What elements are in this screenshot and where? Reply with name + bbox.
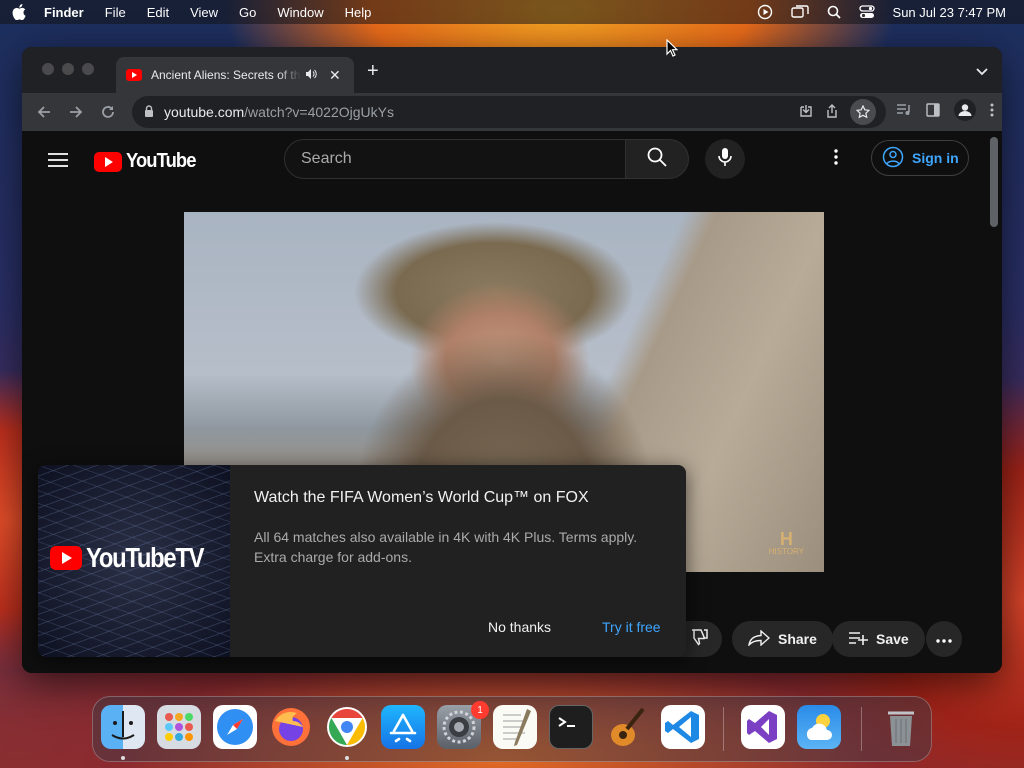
hamburger-menu-icon[interactable] <box>48 153 68 172</box>
browser-menu-icon[interactable] <box>990 103 994 122</box>
playlist-add-icon <box>848 631 868 648</box>
settings-menu-icon[interactable] <box>834 149 838 170</box>
back-arrow-icon[interactable] <box>28 96 60 128</box>
tab-close-icon[interactable]: ✕ <box>329 67 341 84</box>
lock-icon[interactable] <box>144 104 154 120</box>
try-it-free-button[interactable]: Try it free <box>602 619 661 635</box>
trash-icon[interactable] <box>879 705 923 749</box>
menu-help[interactable]: Help <box>345 5 372 20</box>
no-thanks-button[interactable]: No thanks <box>488 619 551 635</box>
install-app-icon[interactable] <box>798 103 814 122</box>
share-page-icon[interactable] <box>824 103 840 122</box>
finder-running-indicator <box>121 756 125 760</box>
youtube-tv-promo-dialog: YouTubeTV Watch the FIFA Women’s World C… <box>38 465 686 657</box>
address-bar[interactable]: youtube.com/watch?v=4022OjgUkYs <box>132 96 886 128</box>
save-button[interactable]: Save <box>832 621 925 657</box>
dock-separator <box>723 707 724 751</box>
mouse-cursor-icon <box>666 38 679 62</box>
menu-bar: Finder File Edit View Go Window Help Sun… <box>0 0 1024 24</box>
youtube-play-icon <box>94 151 122 172</box>
new-tab-icon[interactable]: + <box>367 60 379 83</box>
page-viewport: YouTube Search Sign in H HISTORY Share S… <box>22 131 1002 673</box>
watermark-text: HISTORY <box>768 547 804 556</box>
share-arrow-icon <box>747 628 771 649</box>
side-panel-icon[interactable] <box>926 102 940 122</box>
forward-arrow-icon[interactable] <box>60 96 92 128</box>
zoom-window-button[interactable] <box>82 63 94 75</box>
search-icon <box>647 147 667 172</box>
finder-icon[interactable] <box>101 705 145 749</box>
garageband-icon[interactable] <box>605 705 649 749</box>
vscode-icon[interactable] <box>661 705 705 749</box>
share-label: Share <box>778 631 817 647</box>
search-button[interactable] <box>625 139 689 179</box>
apple-menu-icon[interactable] <box>10 3 28 21</box>
menu-app-name[interactable]: Finder <box>44 5 84 20</box>
browser-toolbar: youtube.com/watch?v=4022OjgUkYs <box>22 93 1002 131</box>
url-path: /watch?v=4022OjgUkYs <box>244 104 394 120</box>
tab-strip: Ancient Aliens: Secrets of the ✕ + <box>22 47 1002 93</box>
menu-view[interactable]: View <box>190 5 218 20</box>
close-window-button[interactable] <box>42 63 54 75</box>
search-input[interactable]: Search <box>284 139 626 179</box>
firefox-icon[interactable] <box>269 705 313 749</box>
chrome-icon[interactable] <box>325 705 369 749</box>
url-domain: youtube.com <box>164 104 245 120</box>
more-horizontal-icon <box>936 630 952 648</box>
menu-go[interactable]: Go <box>239 5 256 20</box>
history-channel-watermark: H HISTORY <box>768 529 804 556</box>
terminal-icon[interactable] <box>549 705 593 749</box>
youtube-logo[interactable]: YouTube <box>94 150 202 173</box>
account-circle-icon <box>882 146 904 171</box>
browser-tab-active[interactable]: Ancient Aliens: Secrets of the ✕ <box>116 57 354 93</box>
more-actions-button[interactable] <box>926 621 962 657</box>
youtube-tv-logo-text: YouTubeTV <box>86 542 204 573</box>
control-center-icon[interactable] <box>858 5 875 19</box>
save-label: Save <box>876 631 909 647</box>
app-store-icon[interactable] <box>381 705 425 749</box>
screen-mirroring-icon[interactable] <box>790 4 809 20</box>
dock: 1 <box>92 696 932 762</box>
voice-search-button[interactable] <box>705 139 745 179</box>
tab-title: Ancient Aliens: Secrets of the <box>151 68 301 82</box>
youtube-header: YouTube Search Sign in <box>22 131 990 187</box>
sign-in-label: Sign in <box>912 150 959 166</box>
profile-avatar-icon[interactable] <box>954 98 976 126</box>
safari-icon[interactable] <box>213 705 257 749</box>
dock-separator-trash <box>861 707 862 751</box>
chrome-running-indicator <box>345 756 349 760</box>
thumbs-down-icon <box>689 628 709 651</box>
promo-description: All 64 matches also available in 4K with… <box>254 529 638 565</box>
sign-in-button[interactable]: Sign in <box>871 140 969 176</box>
share-button[interactable]: Share <box>732 621 833 657</box>
youtube-tv-play-icon <box>50 546 82 570</box>
minimize-window-button[interactable] <box>62 63 74 75</box>
promo-stadium-image: YouTubeTV <box>38 465 230 657</box>
youtube-tv-logo: YouTubeTV <box>50 542 224 574</box>
microphone-icon <box>718 147 732 172</box>
browser-window: Ancient Aliens: Secrets of the ✕ + youtu… <box>22 47 1002 673</box>
page-scrollbar[interactable] <box>990 137 998 227</box>
youtube-logo-text: YouTube <box>126 150 196 172</box>
spotlight-icon[interactable] <box>827 5 841 19</box>
window-controls <box>42 63 94 75</box>
menu-file[interactable]: File <box>105 5 126 20</box>
media-controls-icon[interactable] <box>896 103 912 122</box>
now-playing-icon[interactable] <box>757 4 773 20</box>
tab-search-chevron-icon[interactable] <box>976 63 988 81</box>
visual-studio-icon[interactable] <box>741 705 785 749</box>
launchpad-icon[interactable] <box>157 705 201 749</box>
bookmark-star-icon[interactable] <box>850 99 876 125</box>
tab-audio-icon[interactable] <box>305 68 317 83</box>
menu-edit[interactable]: Edit <box>147 5 169 20</box>
reload-icon[interactable] <box>92 96 124 128</box>
youtube-favicon-icon <box>126 69 142 81</box>
notification-badge: 1 <box>471 701 489 719</box>
menu-clock[interactable]: Sun Jul 23 7:47 PM <box>893 5 1006 20</box>
promo-title: Watch the FIFA Women’s World Cup™ on FOX <box>254 489 589 506</box>
textedit-icon[interactable] <box>493 705 537 749</box>
weather-icon[interactable] <box>797 705 841 749</box>
menu-window[interactable]: Window <box>277 5 323 20</box>
